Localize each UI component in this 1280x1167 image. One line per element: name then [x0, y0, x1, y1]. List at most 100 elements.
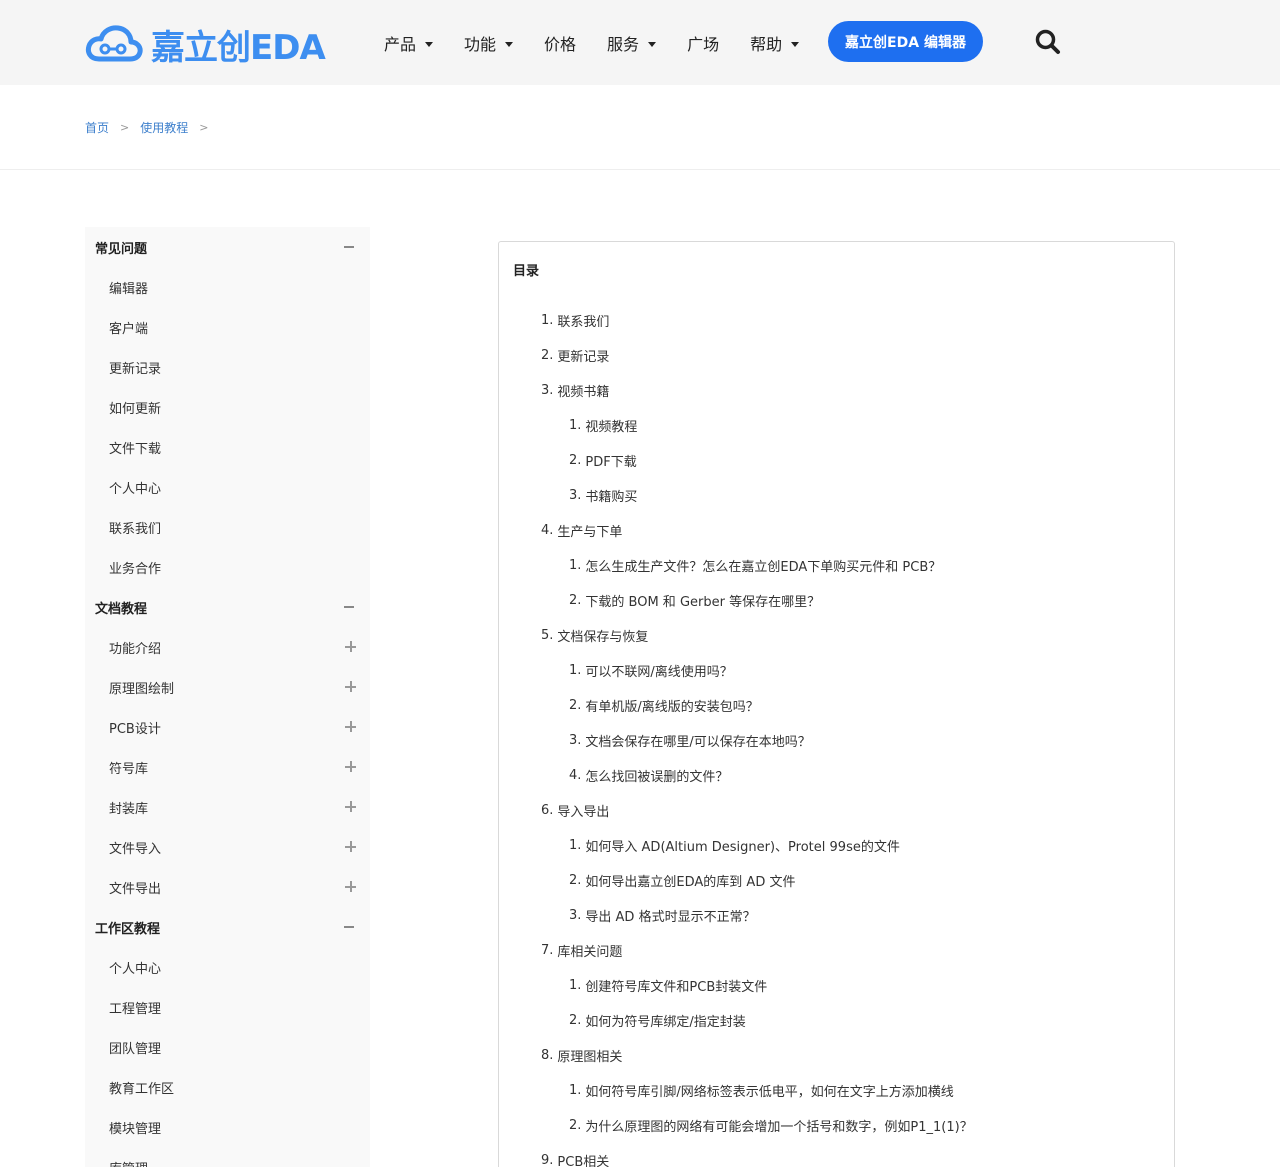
- expand-plus-icon[interactable]: [345, 801, 356, 812]
- sidebar-group-0[interactable]: 常见问题: [85, 227, 370, 267]
- collapse-minus-icon[interactable]: [344, 246, 354, 248]
- sidebar-item[interactable]: 个人中心: [85, 947, 370, 987]
- sidebar-group-label: 常见问题: [95, 241, 148, 257]
- sidebar-item-label: 原理图绘制: [109, 681, 175, 697]
- toc-subitem[interactable]: 1. 创建符号库文件和PCB封装文件: [499, 968, 1174, 1003]
- expand-plus-icon[interactable]: [345, 721, 356, 732]
- nav-item-label: 广场: [687, 35, 720, 54]
- toc-subitem[interactable]: 2. 下载的 BOM 和 Gerber 等保存在哪里？: [499, 583, 1174, 618]
- sidebar-item[interactable]: 原理图绘制: [85, 667, 370, 707]
- toc-label: 怎么生成生产文件？怎么在嘉立创EDA下单购买元件和 PCB？: [585, 560, 942, 575]
- expand-plus-icon[interactable]: [345, 841, 356, 852]
- nav-item-5[interactable]: 帮助: [750, 30, 800, 56]
- sidebar-item[interactable]: 文件下载: [85, 427, 370, 467]
- toc-number: 1.: [569, 1083, 582, 1098]
- toc-item[interactable]: 2. 更新记录: [499, 338, 1174, 373]
- toc-number: 4.: [569, 768, 582, 783]
- toc-label: 如何导入 AD(Altium Designer)、Protel 99se的文件: [585, 840, 900, 855]
- nav-item-0[interactable]: 产品: [384, 30, 434, 56]
- toc-label: 导出 AD 格式时显示不正常？: [585, 910, 756, 925]
- breadcrumb-tutorials[interactable]: 使用教程: [140, 119, 188, 136]
- nav-item-1[interactable]: 功能: [464, 30, 514, 56]
- toc-subitem[interactable]: 2. PDF下载: [499, 443, 1174, 478]
- sidebar-item[interactable]: PCB设计: [85, 707, 370, 747]
- toc-item[interactable]: 5. 文档保存与恢复: [499, 618, 1174, 653]
- toc-subitem[interactable]: 1. 可以不联网/离线使用吗？: [499, 653, 1174, 688]
- toc-subitem[interactable]: 1. 视频教程: [499, 408, 1174, 443]
- toc-label: 联系我们: [557, 315, 610, 330]
- cloud-logo-icon: [85, 25, 143, 62]
- expand-plus-icon[interactable]: [345, 641, 356, 652]
- toc-number: 2.: [569, 453, 582, 468]
- toc-item[interactable]: 1. 联系我们: [499, 303, 1174, 338]
- toc-subitem[interactable]: 1. 如何导入 AD(Altium Designer)、Protel 99se的文…: [499, 828, 1174, 863]
- toc-subitem[interactable]: 1. 如何符号库引脚/网络标签表示低电平，如何在文字上方添加横线: [499, 1073, 1174, 1108]
- sidebar-item-label: 文件下载: [109, 441, 162, 457]
- toc-subitem[interactable]: 1. 怎么生成生产文件？怎么在嘉立创EDA下单购买元件和 PCB？: [499, 548, 1174, 583]
- sidebar-item-label: 个人中心: [109, 961, 162, 977]
- sidebar-item[interactable]: 客户端: [85, 307, 370, 347]
- toc-label: 如何导出嘉立创EDA的库到 AD 文件: [585, 875, 796, 890]
- sidebar-item[interactable]: 模块管理: [85, 1107, 370, 1147]
- toc-number: 1.: [569, 418, 582, 433]
- sidebar-item[interactable]: 业务合作: [85, 547, 370, 587]
- sidebar-item-label: 封装库: [109, 801, 149, 817]
- caret-down-icon: [505, 41, 514, 47]
- toc-label: 书籍购买: [585, 490, 638, 505]
- toc-list: 1. 联系我们 2. 更新记录 3. 视频书籍 1. 视频教程 2. PDF下载 3. 书籍购买 4. 生…: [499, 303, 1174, 1167]
- sidebar-item[interactable]: 编辑器: [85, 267, 370, 307]
- expand-plus-icon[interactable]: [345, 761, 356, 772]
- sidebar-item[interactable]: 工程管理: [85, 987, 370, 1027]
- sidebar-item[interactable]: 文件导入: [85, 827, 370, 867]
- nav-item-2[interactable]: 价格: [544, 30, 576, 56]
- sidebar-item[interactable]: 符号库: [85, 747, 370, 787]
- toc-subitem[interactable]: 2. 如何导出嘉立创EDA的库到 AD 文件: [499, 863, 1174, 898]
- sidebar-item-label: 符号库: [109, 761, 149, 777]
- collapse-minus-icon[interactable]: [344, 606, 354, 608]
- toc-subitem[interactable]: 2. 为什么原理图的网络有可能会增加一个括号和数字，例如P1_1(1)？: [499, 1108, 1174, 1143]
- sidebar-group-1[interactable]: 文档教程: [85, 587, 370, 627]
- sidebar-item[interactable]: 更新记录: [85, 347, 370, 387]
- sidebar-item[interactable]: 联系我们: [85, 507, 370, 547]
- site-logo[interactable]: 嘉立创EDA: [85, 22, 326, 68]
- sidebar-item[interactable]: 个人中心: [85, 467, 370, 507]
- search-button[interactable]: [1034, 28, 1062, 56]
- sidebar-item[interactable]: 如何更新: [85, 387, 370, 427]
- sidebar-item[interactable]: 团队管理: [85, 1027, 370, 1067]
- breadcrumb-home[interactable]: 首页: [85, 119, 109, 136]
- search-icon: [1035, 29, 1060, 54]
- nav-item-label: 服务: [607, 35, 640, 54]
- sidebar-group-label: 文档教程: [95, 601, 148, 617]
- toc-item[interactable]: 8. 原理图相关: [499, 1038, 1174, 1073]
- toc-item[interactable]: 6. 导入导出: [499, 793, 1174, 828]
- sidebar-item[interactable]: 教育工作区: [85, 1067, 370, 1107]
- open-editor-button[interactable]: 嘉立创EDA 编辑器: [828, 21, 983, 62]
- sidebar-item[interactable]: 库管理: [85, 1147, 370, 1167]
- sidebar-item[interactable]: 文件导出: [85, 867, 370, 907]
- toc-item[interactable]: 4. 生产与下单: [499, 513, 1174, 548]
- sidebar-item[interactable]: 功能介绍: [85, 627, 370, 667]
- toc-item[interactable]: 9. PCB相关: [499, 1143, 1174, 1167]
- nav-item-3[interactable]: 服务: [607, 30, 657, 56]
- toc-subitem[interactable]: 4. 怎么找回被误删的文件？: [499, 758, 1174, 793]
- toc-subitem[interactable]: 3. 文档会保存在哪里/可以保存在本地吗？: [499, 723, 1174, 758]
- nav-item-4[interactable]: 广场: [687, 30, 719, 56]
- sidebar-item-label: PCB设计: [109, 721, 161, 737]
- sidebar-item-label: 业务合作: [109, 561, 162, 577]
- toc-item[interactable]: 7. 库相关问题: [499, 933, 1174, 968]
- toc-label: 原理图相关: [557, 1050, 623, 1065]
- toc-item[interactable]: 3. 视频书籍: [499, 373, 1174, 408]
- sidebar: 常见问题 编辑器 客户端 更新记录 如何更新 文件下载 个人中心 联系我们 业务合作 文档教程 功能…: [85, 227, 370, 1167]
- caret-down-icon: [791, 41, 800, 47]
- expand-plus-icon[interactable]: [345, 681, 356, 692]
- toc-subitem[interactable]: 3. 导出 AD 格式时显示不正常？: [499, 898, 1174, 933]
- expand-plus-icon[interactable]: [345, 881, 356, 892]
- toc-number: 2.: [569, 1118, 582, 1133]
- toc-subitem[interactable]: 3. 书籍购买: [499, 478, 1174, 513]
- toc-subitem[interactable]: 2. 如何为符号库绑定/指定封装: [499, 1003, 1174, 1038]
- toc-label: 导入导出: [557, 805, 610, 820]
- sidebar-group-2[interactable]: 工作区教程: [85, 907, 370, 947]
- collapse-minus-icon[interactable]: [344, 926, 354, 928]
- toc-subitem[interactable]: 2. 有单机版/离线版的安装包吗？: [499, 688, 1174, 723]
- sidebar-item[interactable]: 封装库: [85, 787, 370, 827]
